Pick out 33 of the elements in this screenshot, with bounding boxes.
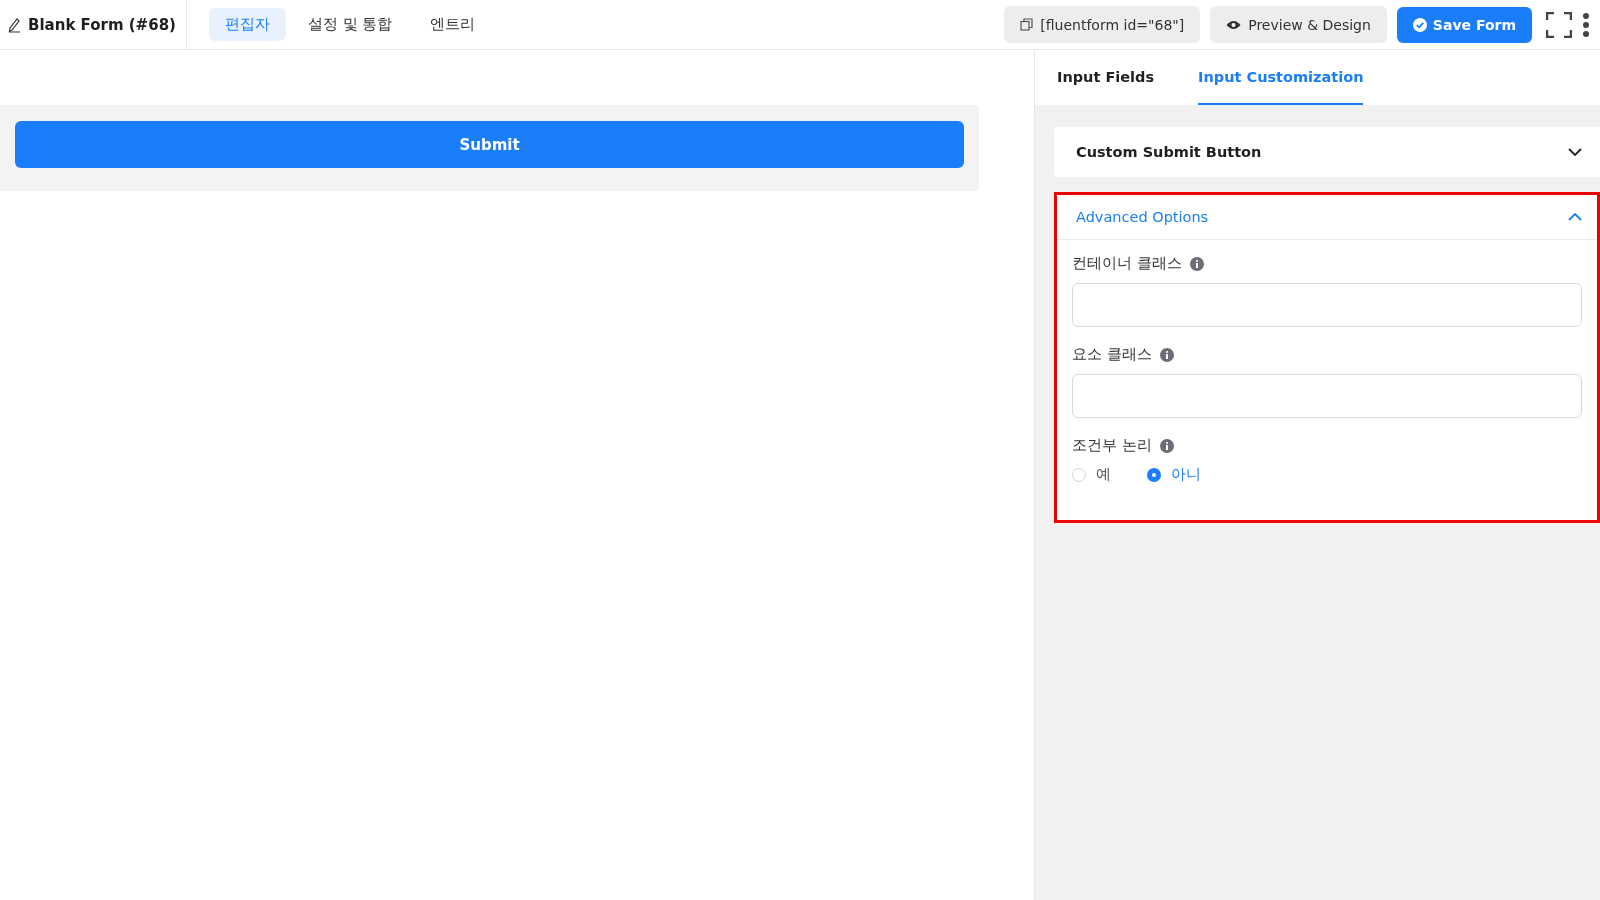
shortcode-button[interactable]: [fluentform id="68"] — [1004, 6, 1201, 43]
nav-tab[interactable]: 설정 및 통합 — [291, 8, 409, 41]
info-icon — [1159, 347, 1174, 362]
section-header[interactable]: Custom Submit Button — [1057, 130, 1597, 174]
panel-tab[interactable]: Input Fields — [1057, 50, 1155, 105]
eye-icon — [1226, 19, 1242, 30]
section-title: Custom Submit Button — [1076, 144, 1262, 160]
preview-button[interactable]: Preview & Design — [1210, 6, 1387, 43]
radio-option[interactable]: 아니 — [1147, 465, 1201, 484]
copy-icon — [1020, 18, 1034, 31]
nav-tab[interactable]: 엔트리 — [414, 8, 492, 41]
input-field[interactable] — [1072, 283, 1582, 327]
check-circle-icon — [1412, 17, 1427, 32]
nav-tab[interactable]: 편집자 — [208, 8, 286, 41]
panel-tab[interactable]: Input Customization — [1198, 50, 1364, 105]
chevron-icon — [1568, 213, 1582, 221]
input-field[interactable] — [1072, 374, 1582, 418]
section-header[interactable]: Advanced Options — [1057, 195, 1597, 240]
field-label: 요소 클래스 — [1072, 345, 1152, 364]
save-button[interactable]: Save Form — [1396, 6, 1532, 43]
radio-circle[interactable] — [1147, 467, 1161, 482]
chevron-icon — [1568, 148, 1582, 156]
field-label: 컨테이너 클래스 — [1072, 254, 1182, 273]
info-icon — [1159, 438, 1174, 453]
submit-button[interactable]: Submit — [15, 121, 964, 168]
radio-option[interactable]: 예 — [1072, 465, 1111, 484]
field-label: 조건부 논리 — [1072, 436, 1152, 455]
form-title: Blank Form (#68) — [28, 15, 176, 34]
section-title: Advanced Options — [1076, 209, 1209, 225]
fullscreen-icon[interactable] — [1546, 11, 1572, 38]
more-icon[interactable] — [1582, 11, 1590, 38]
info-icon — [1189, 256, 1204, 271]
pencil-icon — [8, 16, 22, 33]
